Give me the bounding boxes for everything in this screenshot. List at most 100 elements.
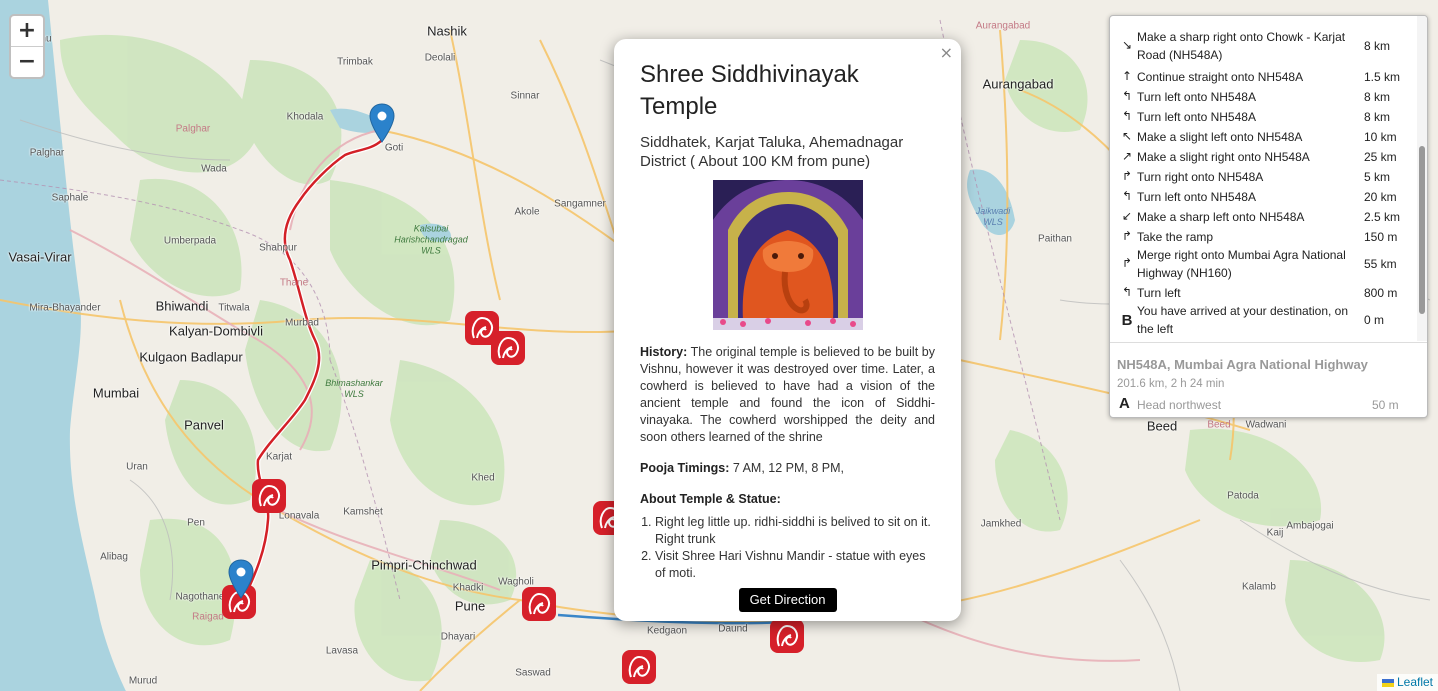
temple-marker-icon[interactable]	[769, 618, 805, 654]
step-distance: 8 km	[1364, 90, 1391, 104]
route-step[interactable]: ↑ Continue straight onto NH548A 1.5 km	[1110, 68, 1416, 86]
place-label: Kalamb	[1242, 581, 1276, 593]
place-label: Aurangabad	[982, 76, 1054, 92]
scrollbar[interactable]	[1417, 16, 1427, 341]
route-step[interactable]: ↱ Merge right onto Mumbai Agra National H…	[1110, 246, 1416, 282]
turn-direction-icon: B	[1121, 312, 1133, 329]
first-distance: 50 m	[1372, 398, 1399, 412]
temple-marker-icon[interactable]	[251, 478, 287, 514]
place-label: Patoda	[1227, 490, 1259, 502]
turn-direction-icon: ↰	[1121, 285, 1133, 299]
about-heading: About Temple & Statue:	[640, 491, 935, 508]
step-instruction: Make a sharp right onto Chowk - Karjat R…	[1137, 30, 1346, 62]
place-label: Umberpada	[163, 235, 217, 247]
timings-paragraph: Pooja Timings: 7 AM, 12 PM, 8 PM,	[640, 460, 935, 477]
step-distance: 8 km	[1364, 110, 1391, 124]
place-label: Wadwani	[1245, 419, 1287, 431]
route-step[interactable]: ↙ Make a sharp left onto NH548A 2.5 km	[1110, 208, 1416, 226]
temple-marker-icon[interactable]	[521, 586, 557, 622]
about-list: Right leg little up. ridhi-siddhi is bel…	[640, 514, 935, 582]
step-distance: 10 km	[1364, 130, 1397, 144]
step-distance: 20 km	[1364, 190, 1397, 204]
scrollbar-thumb[interactable]	[1419, 146, 1425, 314]
place-label: Thane	[279, 277, 309, 289]
turn-direction-icon: ↑	[1121, 69, 1133, 83]
route-distance-time: 201.6 km, 2 h 24 min	[1117, 378, 1225, 390]
map-pin-icon[interactable]	[369, 103, 395, 143]
zoom-out-button[interactable]: −	[11, 47, 43, 77]
temple-marker-icon[interactable]	[621, 649, 657, 685]
step-instruction: Make a slight left onto NH548A	[1137, 130, 1303, 144]
turn-direction-icon: ↱	[1121, 229, 1133, 243]
zoom-control: + −	[9, 14, 45, 79]
route-step[interactable]: ↰ Turn left 800 m	[1110, 284, 1416, 302]
step-distance: 150 m	[1364, 230, 1398, 244]
place-label: Wada	[201, 163, 227, 175]
route-step[interactable]: ↘ Make a sharp right onto Chowk - Karjat …	[1110, 28, 1416, 64]
place-label: Ambajogai	[1286, 520, 1334, 532]
route-step[interactable]: ↗ Make a slight right onto NH548A 25 km	[1110, 148, 1416, 166]
step-distance: 0 m	[1364, 313, 1385, 327]
step-instruction: Take the ramp	[1137, 230, 1214, 244]
place-label: Kalsubai Harishchandragad WLS	[394, 223, 468, 256]
turn-direction-icon: ↘	[1121, 38, 1133, 52]
route-summary[interactable]: NH548A, Mumbai Agra National Highway 201…	[1110, 342, 1427, 417]
about-label: About Temple & Statue:	[640, 492, 781, 506]
place-label: Pune	[454, 598, 486, 614]
ganesha-idol-image	[712, 180, 863, 330]
place-label: Kulgaon Badlapur	[139, 349, 243, 365]
place-label: Kamshet	[343, 506, 383, 518]
step-instruction: Make a slight right onto NH548A	[1137, 150, 1310, 164]
route-step[interactable]: ↖ Make a slight left onto NH548A 10 km	[1110, 128, 1416, 146]
place-label: Jaikwadi WLS	[975, 206, 1011, 227]
place-label: Raigad	[192, 611, 224, 623]
step-distance: 8 km	[1364, 39, 1391, 53]
route-step[interactable]: ↱ Take the ramp 150 m	[1110, 228, 1416, 246]
place-label: Mira-Bhayander	[29, 302, 101, 314]
step-instruction: Turn right onto NH548A	[1137, 170, 1264, 184]
place-label: Bhimashankar WLS	[325, 378, 383, 399]
place-label: Aurangabad	[975, 20, 1031, 32]
timings-text: 7 AM, 12 PM, 8 PM,	[729, 461, 844, 475]
step-distance: 800 m	[1364, 286, 1398, 300]
place-label: Pen	[187, 517, 205, 529]
leaflet-link[interactable]: Leaflet	[1397, 675, 1433, 689]
step-instruction: Merge right onto Mumbai Agra National Hi…	[1137, 248, 1346, 280]
get-direction-button[interactable]: Get Direction	[738, 588, 837, 612]
close-icon[interactable]: ×	[940, 43, 953, 62]
first-instruction: Head northwest	[1137, 398, 1222, 412]
route-step[interactable]: ↰ Turn left onto NH548A 8 km	[1110, 108, 1416, 126]
step-instruction: You have arrived at your destination, on…	[1137, 304, 1349, 336]
route-step[interactable]: ↱ Turn right onto NH548A 5 km	[1110, 168, 1416, 186]
place-label: Shahpur	[259, 242, 297, 254]
place-label: Murbad	[285, 317, 319, 329]
step-instruction: Turn left	[1137, 286, 1181, 300]
turn-direction-icon: ↖	[1121, 129, 1133, 143]
place-label: Sinnar	[510, 90, 540, 102]
zoom-in-button[interactable]: +	[11, 16, 43, 47]
place-label: Palghar	[29, 147, 65, 159]
place-label: Nagothane	[175, 591, 225, 603]
routing-panel[interactable]: ↘ Make a sharp right onto Chowk - Karjat …	[1109, 15, 1428, 418]
place-label: Beed	[1146, 418, 1178, 434]
step-distance: 25 km	[1364, 150, 1397, 164]
place-label: Khed	[471, 472, 495, 484]
map-pin-icon[interactable]	[228, 559, 254, 599]
place-label: Kalyan-Dombivli	[169, 323, 263, 339]
place-label: Akole	[514, 206, 540, 218]
place-label: Saswad	[515, 667, 551, 679]
list-item: Right leg little up. ridhi-siddhi is bel…	[655, 514, 935, 548]
turn-direction-icon: ↱	[1121, 169, 1133, 183]
temple-marker-icon[interactable]	[490, 330, 526, 366]
route-step[interactable]: ↰ Turn left onto NH548A 20 km	[1110, 188, 1416, 206]
route-steps-list[interactable]: ↘ Make a sharp right onto Chowk - Karjat …	[1110, 16, 1416, 341]
history-text: The original temple is believed to be bu…	[640, 345, 935, 444]
place-label: Khodala	[286, 111, 324, 123]
popup-subtitle: Siddhatek, Karjat Taluka, Ahemadnagar Di…	[640, 134, 904, 170]
step-instruction: Continue straight onto NH548A	[1137, 70, 1304, 84]
place-label: Sangamner	[554, 198, 606, 210]
route-step[interactable]: ↰ Turn left onto NH548A 8 km	[1110, 88, 1416, 106]
route-step[interactable]: B You have arrived at your destination, o…	[1110, 302, 1416, 338]
history-paragraph: History: The original temple is believed…	[640, 344, 935, 446]
turn-direction-icon: ↰	[1121, 109, 1133, 123]
